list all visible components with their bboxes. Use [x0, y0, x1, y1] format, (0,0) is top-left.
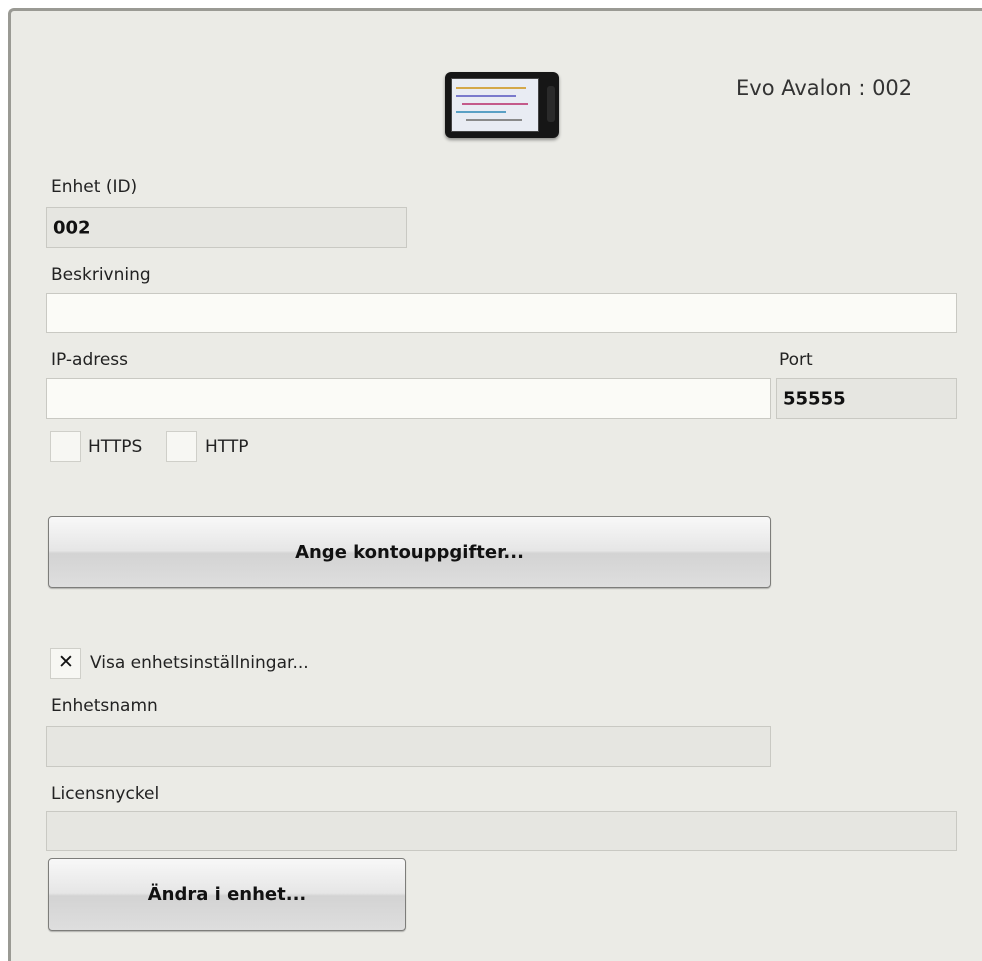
port-field: 55555: [776, 378, 957, 419]
https-label: HTTPS: [88, 437, 143, 457]
license-key-label: Licensnyckel: [51, 784, 160, 804]
license-key-field: [46, 811, 957, 851]
set-account-details-button[interactable]: Ange kontouppgifter...: [48, 516, 771, 588]
ip-address-input[interactable]: [46, 378, 771, 419]
handheld-device-icon: [445, 72, 559, 138]
port-label: Port: [779, 350, 813, 370]
unit-id-field: 002: [46, 207, 407, 248]
change-in-device-button[interactable]: Ändra i enhet...: [48, 858, 406, 931]
show-settings-checkbox[interactable]: [50, 648, 81, 679]
device-name-label: Enhetsnamn: [51, 696, 158, 716]
port-value: 55555: [783, 388, 846, 409]
show-settings-label: Visa enhetsinställningar...: [90, 653, 309, 673]
http-label: HTTP: [205, 437, 249, 457]
description-input[interactable]: [46, 293, 957, 333]
device-title: Evo Avalon : 002: [736, 76, 913, 100]
https-checkbox[interactable]: [50, 431, 81, 462]
description-label: Beskrivning: [51, 265, 151, 285]
http-checkbox[interactable]: [166, 431, 197, 462]
device-screen-image: [451, 78, 539, 132]
unit-id-value: 002: [53, 217, 91, 238]
device-name-field: [46, 726, 771, 767]
unit-id-label: Enhet (ID): [51, 177, 138, 197]
ip-address-label: IP-adress: [51, 350, 129, 370]
device-side-buttons: [547, 86, 555, 122]
